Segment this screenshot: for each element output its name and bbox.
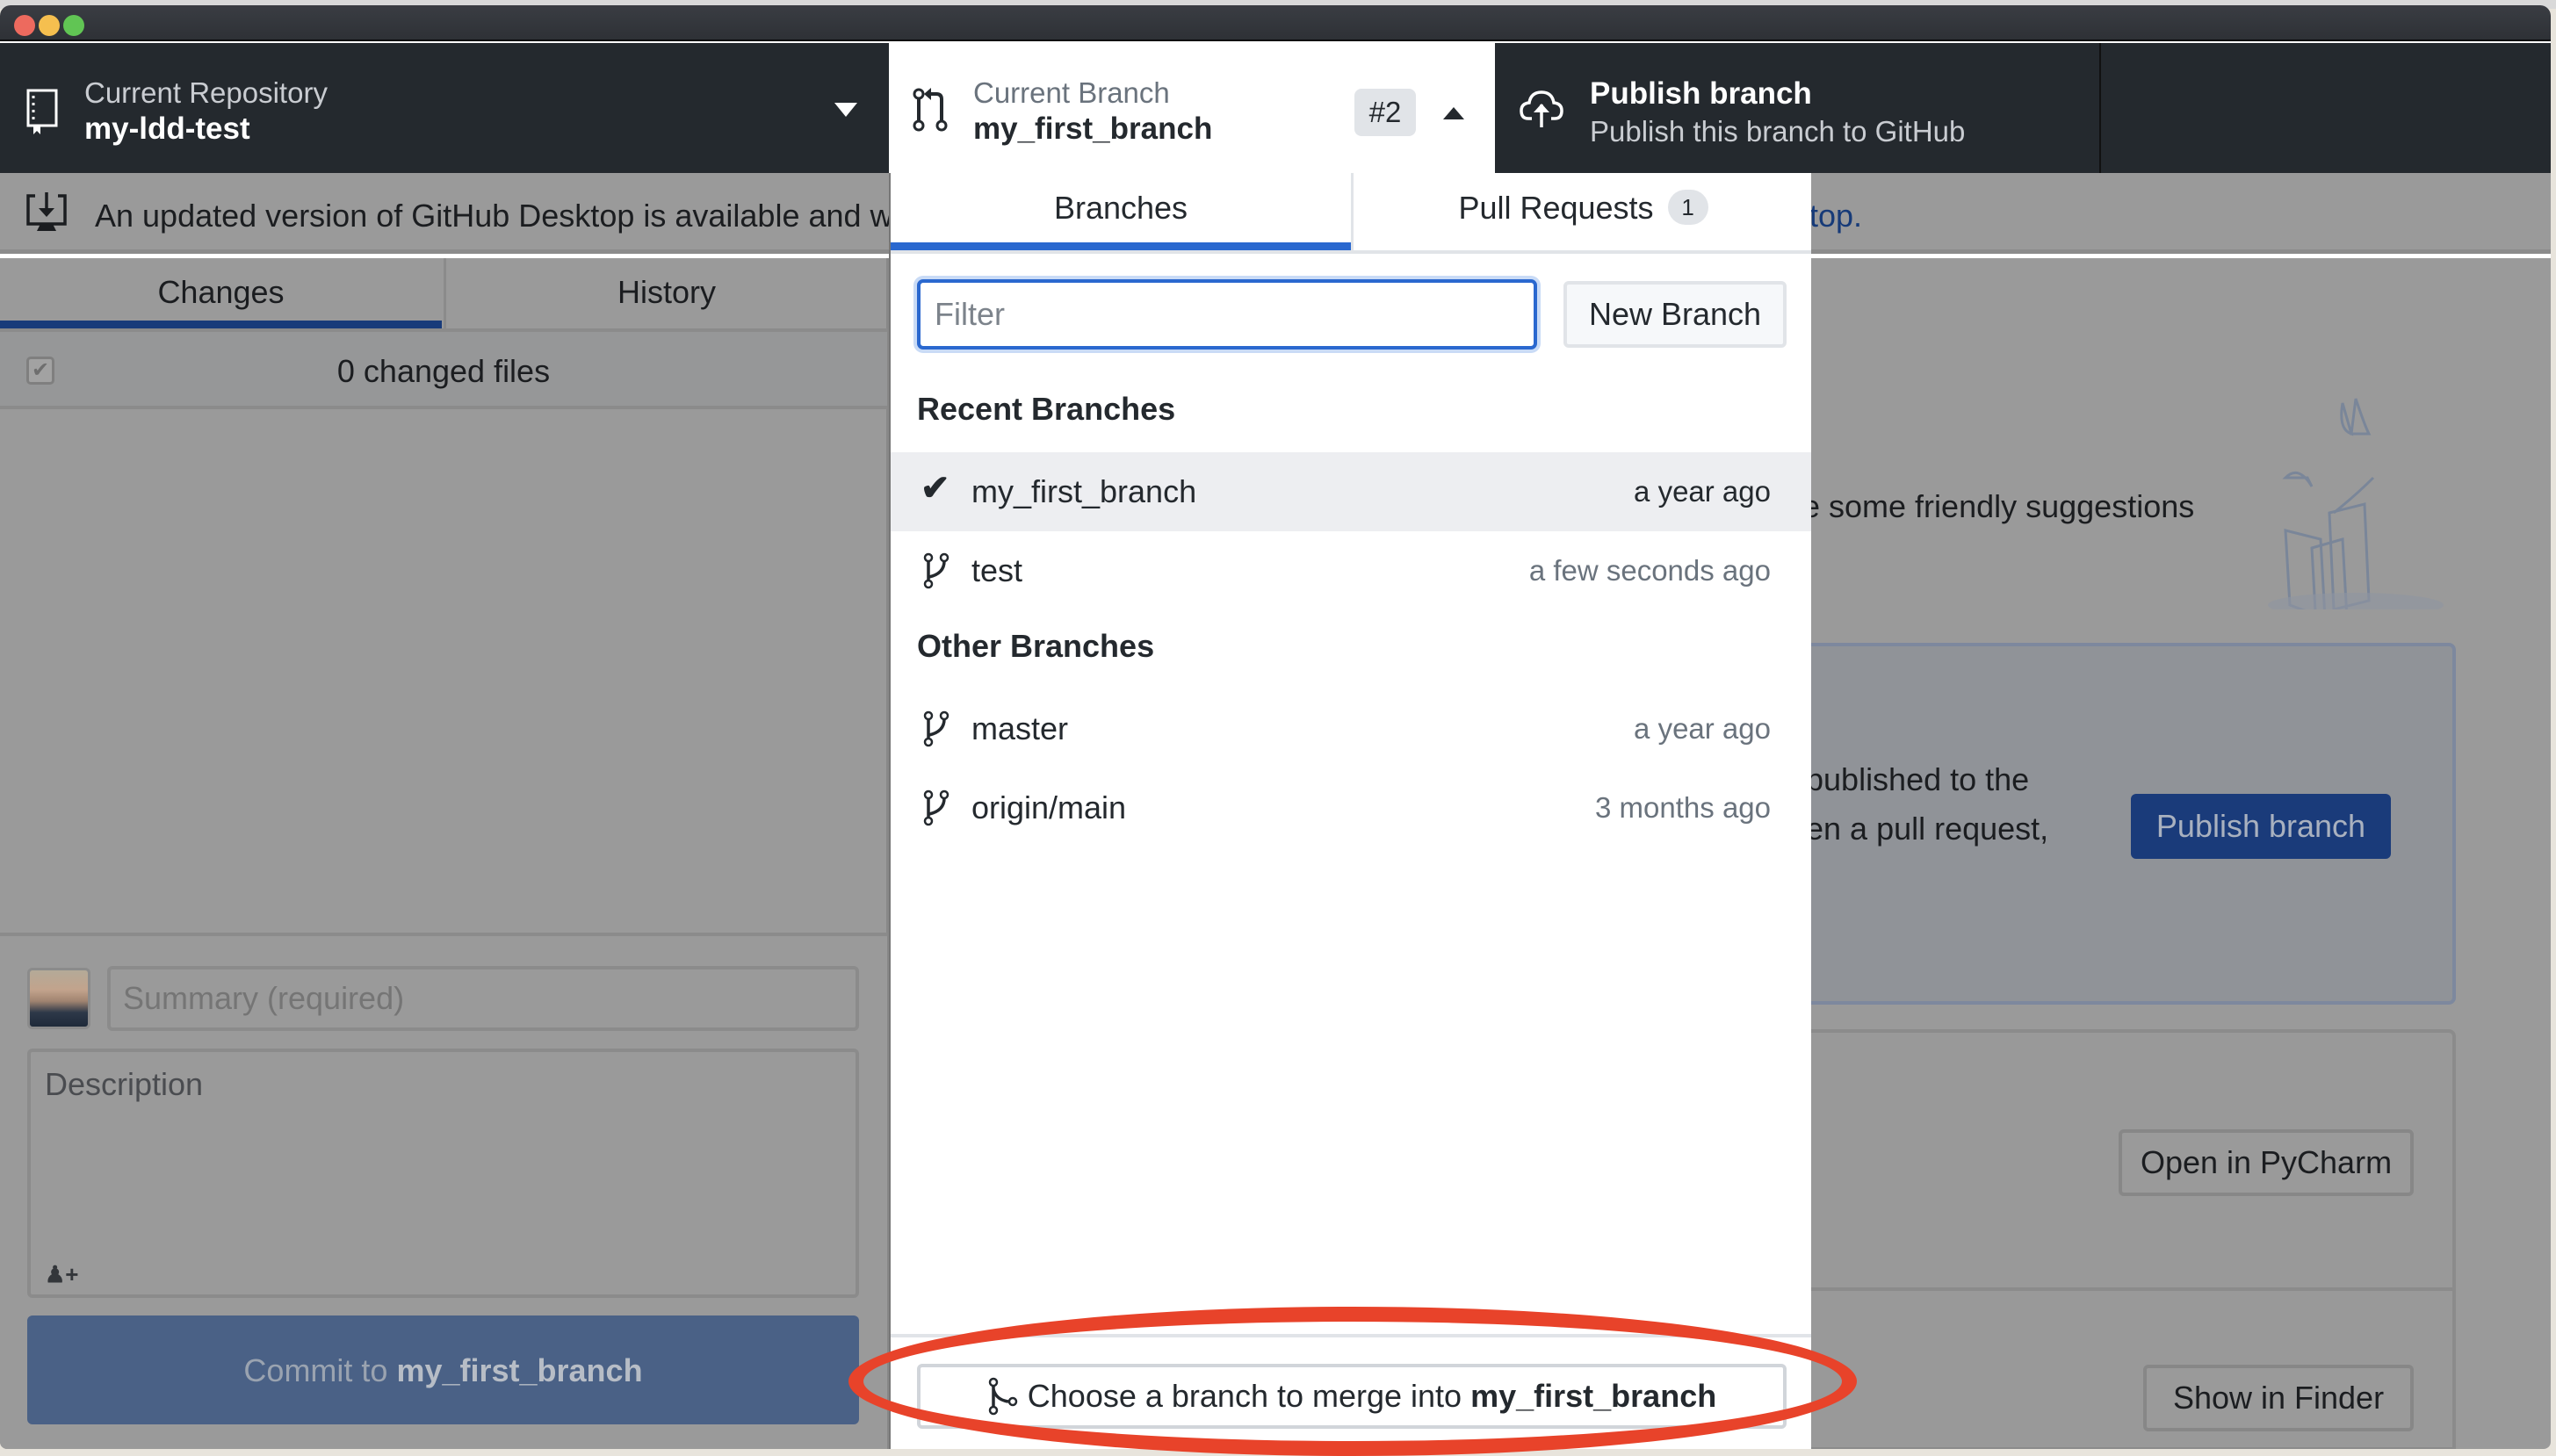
github-desktop-window: Current Repository my-ldd-test Current B… [0, 5, 2551, 1449]
chevron-up-icon [1443, 107, 1464, 119]
merge-button-prefix: Choose a branch to merge into [1027, 1378, 1471, 1414]
branch-dropdown: Branches Pull Requests 1 New Branch Recen… [889, 173, 1811, 1449]
title-bar [0, 5, 2551, 41]
branch-filter-input[interactable] [917, 279, 1537, 350]
description-placeholder: Description [45, 1066, 204, 1102]
zoom-window-button[interactable] [63, 15, 84, 36]
download-update-icon [26, 192, 67, 231]
tab-branches[interactable]: Branches [891, 173, 1351, 250]
publish-branch-toolbar-button[interactable]: Publish branch Publish this branch to Gi… [1495, 43, 2099, 173]
update-banner-link[interactable]: top. [1809, 198, 1862, 234]
close-window-button[interactable] [14, 15, 35, 36]
commit-button[interactable]: Commit to my_first_branch [27, 1315, 859, 1424]
branch-item-time: a few seconds ago [1528, 554, 1771, 587]
recent-branches-header: Recent Branches [917, 391, 1176, 427]
branch-item-name: my_first_branch [971, 473, 1197, 509]
commit-button-prefix: Commit to [243, 1352, 397, 1388]
divider [1806, 1287, 2452, 1291]
commit-button-branch: my_first_branch [396, 1352, 643, 1388]
cloud-upload-icon [1520, 90, 1563, 127]
add-coauthor-icon[interactable]: ♟+ [45, 1261, 79, 1288]
branch-item-time: a year ago [1634, 712, 1771, 745]
publish-card-line-1: published to the [1806, 761, 2030, 797]
publish-branch-button[interactable]: Publish branch [2131, 794, 2391, 859]
pull-request-icon [913, 88, 948, 132]
tab-changes[interactable]: Changes [0, 258, 442, 328]
tab-pull-requests-label: Pull Requests [1458, 190, 1654, 226]
tab-branches-label: Branches [1053, 190, 1188, 226]
branch-item-name: origin/main [971, 789, 1127, 825]
current-repository-button[interactable]: Current Repository my-ldd-test [0, 43, 887, 173]
git-merge-icon [988, 1377, 1018, 1416]
git-branch-icon [923, 710, 949, 747]
git-branch-icon [923, 552, 949, 589]
repository-label: Current Repository [84, 76, 328, 109]
publish-title: Publish branch [1590, 76, 1812, 111]
publish-branch-card: published to the en a pull request, Publ… [1802, 643, 2456, 1005]
sidebar-tabs: Changes History [0, 258, 887, 332]
merge-button-branch: my_first_branch [1470, 1378, 1717, 1414]
suggestions-heading: e some friendly suggestions [1802, 488, 2195, 524]
tab-history[interactable]: History [444, 258, 887, 328]
changes-sidebar: Changes History 0 changed files ✔ Descri… [0, 258, 889, 1449]
open-in-pycharm-button[interactable]: Open in PyCharm [2119, 1129, 2414, 1196]
changed-files-count: 0 changed files [336, 353, 551, 389]
merge-into-branch-button[interactable]: Choose a branch to merge into my_first_b… [917, 1364, 1787, 1429]
chevron-down-icon [834, 103, 857, 117]
other-branches-header: Other Branches [917, 628, 1155, 664]
commit-description-input[interactable]: Description ♟+ [27, 1049, 859, 1298]
pull-request-count-badge: 1 [1667, 190, 1708, 225]
branch-list-item[interactable]: ✔ my_first_branch a year ago [891, 452, 1811, 531]
branch-item-time: 3 months ago [1595, 791, 1771, 824]
avatar [27, 968, 90, 1029]
branch-list-item[interactable]: test a few seconds ago [891, 531, 1811, 610]
minimize-window-button[interactable] [39, 15, 60, 36]
update-banner-text: An updated version of GitHub Desktop is … [95, 198, 941, 234]
branch-dropdown-footer: Choose a branch to merge into my_first_b… [891, 1334, 1811, 1449]
repository-name: my-ldd-test [84, 112, 250, 146]
git-branch-icon [923, 789, 949, 826]
branch-item-time: a year ago [1634, 475, 1771, 508]
tab-pull-requests[interactable]: Pull Requests 1 [1351, 173, 1813, 250]
branch-list-item[interactable]: origin/main 3 months ago [891, 768, 1811, 847]
commit-summary-input[interactable] [107, 966, 859, 1031]
checkmark-icon: ✔ [921, 469, 950, 508]
publish-subtitle: Publish this branch to GitHub [1590, 115, 1966, 148]
commit-form: Description ♟+ Commit to my_first_branch [0, 933, 887, 1449]
branch-name: my_first_branch [973, 112, 1213, 146]
pull-request-badge[interactable]: #2 [1354, 89, 1416, 136]
branch-label: Current Branch [973, 76, 1170, 109]
publish-card-line-2: en a pull request, [1806, 811, 2049, 847]
branch-item-name: master [971, 710, 1069, 746]
branch-item-name: test [971, 552, 1023, 588]
branch-dropdown-tabs: Branches Pull Requests 1 [891, 173, 1811, 254]
toolbar: Current Repository my-ldd-test Current B… [0, 43, 2551, 173]
new-branch-button[interactable]: New Branch [1563, 281, 1787, 348]
publish-card-description: published to the en a pull request, [1806, 755, 2048, 854]
branch-list-item[interactable]: master a year ago [891, 689, 1811, 768]
empty-state-illustration [2268, 398, 2444, 609]
select-all-checkbox[interactable]: ✔ [26, 357, 54, 385]
repo-icon [26, 89, 58, 134]
changed-files-header: 0 changed files ✔ [0, 332, 887, 409]
toolbar-empty-area [2099, 43, 2551, 173]
actions-card: Open in PyCharm Show in Finder [1802, 1029, 2456, 1449]
show-in-finder-button[interactable]: Show in Finder [2143, 1365, 2414, 1431]
